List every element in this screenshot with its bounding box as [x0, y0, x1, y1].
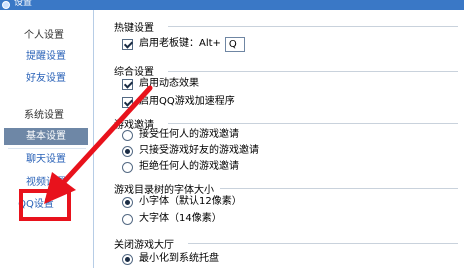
minimize-to-tray-radio[interactable] — [122, 253, 133, 265]
general-option-row: 启用QQ游戏加速程序 — [122, 95, 235, 109]
section-title-hotkey: 热键设置 — [114, 23, 154, 34]
invite-friends-only-label: 只接受游戏好友的游戏邀请 — [139, 145, 259, 156]
section-title-general: 综合设置 — [114, 67, 154, 78]
sidebar-item-friends[interactable]: 好友设置 — [4, 70, 88, 87]
settings-panel: 热键设置 启用老板键：Alt+ Q 综合设置 启用动态效果 启用QQ游戏加速程序… — [96, 10, 464, 268]
general-option-row: 启用动态效果 — [122, 77, 199, 91]
minimize-to-tray-label: 最小化到系统托盘 — [139, 253, 219, 264]
close-option-row: 最小化到系统托盘 — [122, 252, 219, 266]
boss-key-input[interactable]: Q — [224, 36, 245, 52]
section-divider — [168, 26, 458, 27]
invite-reject-all-label: 拒绝任何人的游戏邀请 — [139, 161, 239, 172]
invite-reject-all-radio[interactable] — [122, 161, 133, 173]
window-title: 设置 — [14, 0, 33, 8]
boss-key-checkbox[interactable] — [122, 38, 133, 50]
title-bar: 设置 — [0, 0, 464, 10]
section-divider — [188, 243, 458, 244]
dynamic-effects-checkbox[interactable] — [122, 78, 133, 90]
invite-accept-all-radio[interactable] — [122, 129, 133, 141]
font-small-label: 小字体（默认12像素） — [139, 196, 242, 207]
invite-accept-all-label: 接受任何人的游戏邀请 — [139, 129, 239, 140]
sidebar: 个人设置 提醒设置 好友设置 系统设置 基本设置 聊天设置 视频设置 QQ设置 — [0, 10, 94, 268]
invite-option-row: 拒绝任何人的游戏邀请 — [122, 160, 239, 174]
invite-option-row: 接受任何人的游戏邀请 — [122, 128, 239, 142]
game-accelerator-label: 启用QQ游戏加速程序 — [139, 96, 235, 107]
font-large-radio[interactable] — [122, 213, 133, 225]
invite-friends-only-radio[interactable] — [122, 145, 133, 157]
section-divider — [168, 71, 458, 72]
dynamic-effects-label: 启用动态效果 — [139, 78, 199, 89]
highlight-box — [19, 189, 71, 221]
section-divider — [220, 188, 458, 189]
sidebar-group-personal: 个人设置 — [24, 30, 64, 41]
section-title-font-size: 游戏目录树的字体大小 — [114, 185, 214, 196]
sidebar-item-basic[interactable]: 基本设置 — [4, 128, 88, 145]
boss-key-row: 启用老板键：Alt+ Q — [122, 36, 245, 52]
sidebar-divider — [8, 148, 86, 149]
sidebar-item-reminder[interactable]: 提醒设置 — [4, 48, 88, 65]
font-large-label: 大字体（14像素） — [139, 213, 222, 224]
section-title-close-hall: 关闭游戏大厅 — [114, 240, 174, 251]
sidebar-group-system: 系统设置 — [24, 110, 64, 121]
sidebar-item-chat[interactable]: 聊天设置 — [4, 151, 88, 168]
font-size-option-row: 小字体（默认12像素） — [122, 195, 242, 209]
font-small-radio[interactable] — [122, 196, 133, 208]
font-size-option-row: 大字体（14像素） — [122, 212, 222, 226]
game-accelerator-checkbox[interactable] — [122, 96, 133, 108]
boss-key-label: 启用老板键：Alt+ — [139, 38, 221, 49]
invite-option-row: 只接受游戏好友的游戏邀请 — [122, 144, 259, 158]
app-icon — [2, 1, 10, 9]
section-divider — [168, 123, 458, 124]
